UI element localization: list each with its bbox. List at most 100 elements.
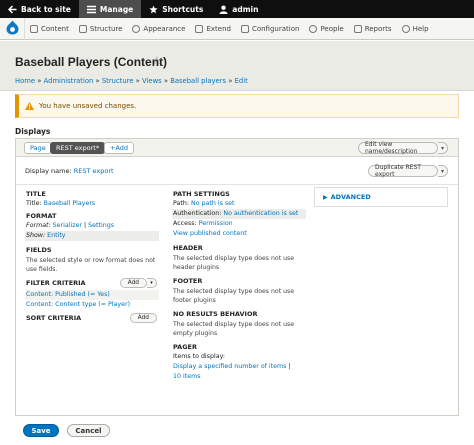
add-display-button[interactable]: +Add [104,142,135,154]
menu-reports[interactable]: Reports [349,18,397,40]
manage-tab[interactable]: Manage [78,0,142,18]
add-sort-button[interactable]: Add [129,313,157,323]
extend-icon [195,24,204,33]
displays-heading: Displays [15,127,51,136]
breadcrumb-separator: » [163,77,169,85]
format-label: Format: [26,222,51,229]
menu-appearance[interactable]: Appearance [127,18,190,40]
appearance-icon [132,24,141,33]
view-published-link[interactable]: View published content [172,229,306,239]
breadcrumb-baseball-players[interactable]: Baseball players [170,77,226,85]
show-value-link[interactable]: Entity [47,232,65,239]
pager-items-link[interactable]: 10 items [172,372,306,382]
display-tabs: Page REST export* +Add Edit view name/de… [16,139,458,157]
sort-criteria-header: SORT CRITERIA Add [25,313,159,325]
filter-published[interactable]: Content: Published (= Yes) [25,290,159,300]
duplicate-display-button[interactable]: Duplicate REST export [368,164,438,178]
menu-content-label: Content [41,24,69,33]
menu-content[interactable]: Content [25,18,74,40]
menu-appearance-label: Appearance [143,24,186,33]
unsaved-changes-warning: You have unsaved changes. [15,94,459,118]
display-name-value[interactable]: REST export [74,167,114,175]
no-results-note: The selected display type does not use e… [173,321,295,337]
menu-help[interactable]: Help [397,18,434,40]
menu-people-label: People [320,24,344,33]
display-details-header: Display name: REST export Duplicate REST… [16,157,458,185]
save-button[interactable]: Save [23,424,59,437]
cancel-button[interactable]: Cancel [67,424,110,437]
items-to-display-label: Items to display: [173,353,225,360]
back-to-site-label: Back to site [21,4,71,14]
footer-note: The selected display type does not use f… [173,288,295,304]
structure-icon [78,24,87,33]
shortcuts-label: Shortcuts [162,4,204,14]
edit-view-dropdown-icon[interactable]: ▾ [438,142,448,154]
menu-extend-label: Extend [206,24,231,33]
filter-criteria-header: FILTER CRITERIA Add ▾ [25,278,159,290]
menu-structure-label: Structure [89,24,123,33]
tab-rest-export[interactable]: REST export* [50,142,106,154]
filter-content-type[interactable]: Content: Content type (= Player) [25,300,159,310]
shortcut-star-icon[interactable]: ☆ [152,54,162,67]
admin-toolbar: Back to site Manage Shortcuts admin [0,0,474,18]
filter-dropdown-icon[interactable]: ▾ [147,278,157,288]
show-label: Show: [26,232,46,239]
shortcuts-tab[interactable]: Shortcuts [141,0,211,18]
auth-setting: Authentication: No authentication is set [172,209,306,219]
menu-reports-label: Reports [364,24,392,33]
menu-help-label: Help [412,24,429,33]
header-note: The selected display type does not use h… [173,255,295,271]
displays-panel: Page REST export* +Add Edit view name/de… [15,138,459,416]
breadcrumb-administration[interactable]: Administration [44,77,94,85]
title-value-link[interactable]: Baseball Players [44,200,96,207]
back-to-site-link[interactable]: Back to site [0,0,79,18]
warning-text: You have unsaved changes. [39,102,137,110]
menu-extend[interactable]: Extend [190,18,236,40]
breadcrumb-home[interactable]: Home [15,77,35,85]
add-filter-button[interactable]: Add [119,278,147,288]
wrench-icon [240,24,249,33]
footer-section-heading: FOOTER [173,277,203,285]
access-value-link[interactable]: Permission [199,220,233,227]
menu-people[interactable]: People [304,18,348,40]
breadcrumb-separator: » [228,77,233,85]
tab-page[interactable]: Page [24,142,52,154]
menu-configuration[interactable]: Configuration [236,18,304,40]
title-section-heading: TITLE [26,190,46,198]
page-title: Baseball Players (Content) [15,55,168,69]
user-icon [219,5,228,14]
user-tab[interactable]: admin [211,0,266,18]
header-section-heading: HEADER [173,244,203,252]
pager-setting: Display a specified number of items | [172,362,306,372]
reports-icon [353,24,362,33]
drupal-home-link[interactable] [0,17,25,40]
help-icon [401,24,410,33]
breadcrumb: Home » Administration » Structure » View… [15,77,248,85]
format-value-link[interactable]: Serializer [53,222,82,229]
breadcrumb-views[interactable]: Views [142,77,162,85]
format-settings-link[interactable]: Settings [88,222,114,229]
format-separator: | [84,222,87,229]
auth-value-link[interactable]: No authentication is set [223,210,298,217]
breadcrumb-structure[interactable]: Structure [102,77,134,85]
edit-view-name-button[interactable]: Edit view name/description [358,141,438,155]
breadcrumb-edit[interactable]: Edit [235,77,248,85]
title-label: Title: [26,200,42,207]
duplicate-dropdown-icon[interactable]: ▾ [438,165,448,177]
title-setting[interactable]: Title: Baseball Players [25,199,159,209]
path-value-link[interactable]: No path is set [191,200,235,207]
display-name[interactable]: Display name: REST export [25,167,114,175]
pager-separator: | [288,363,291,370]
pager-type-link[interactable]: Display a specified number of items [173,363,286,370]
advanced-toggle[interactable]: ▶ ADVANCED [314,187,448,207]
people-icon [309,24,318,33]
breadcrumb-separator: » [95,77,100,85]
access-label: Access: [173,220,197,227]
menu-structure[interactable]: Structure [74,18,128,40]
drupal-logo-icon [6,20,19,37]
second-column: PATH SETTINGS Path: No path is set Authe… [172,189,306,382]
advanced-caret-icon: ▶ [323,193,328,201]
first-column: TITLE Title: Baseball Players FORMAT For… [25,189,159,325]
no-results-section-heading: NO RESULTS BEHAVIOR [173,310,258,318]
display-name-label: Display name: [25,167,72,175]
